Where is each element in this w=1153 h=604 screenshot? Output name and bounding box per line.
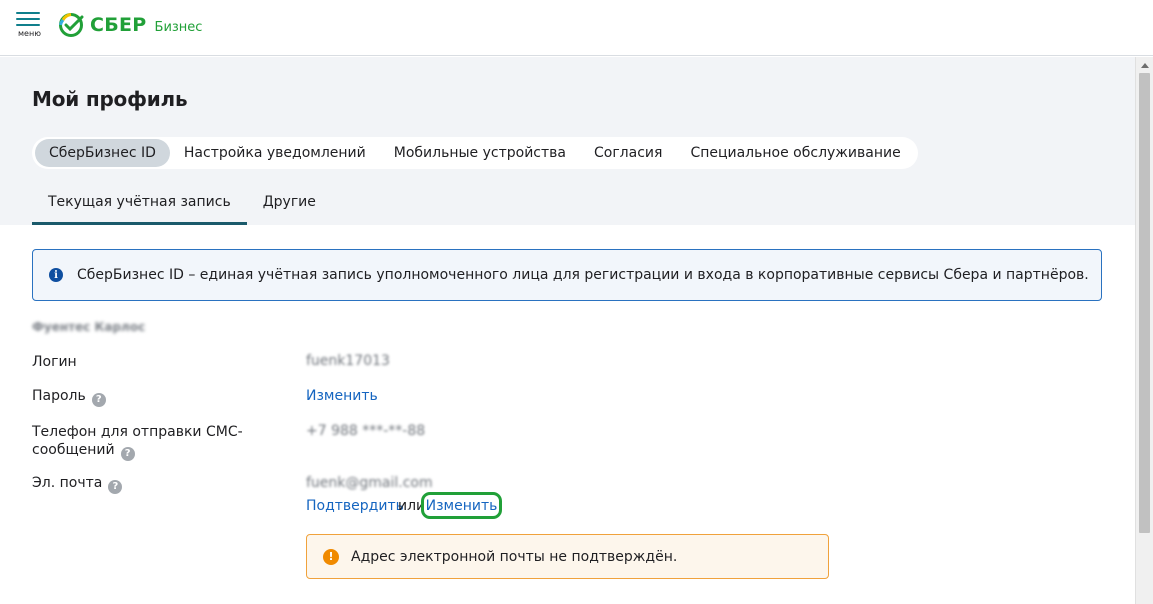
profile-header: Мой профиль СберБизнес ID Настройка увед… [0, 57, 1135, 225]
login-label: Логин [32, 354, 77, 370]
top-bar: меню СБЕР Бизнес [0, 0, 1153, 56]
email-row: Эл. почта? [32, 474, 123, 494]
email-confirm-link[interactable]: Подтвердить [306, 498, 404, 514]
vertical-scrollbar[interactable] [1135, 57, 1153, 604]
profile-tabs: СберБизнес ID Настройка уведомлений Моби… [32, 137, 918, 169]
brand-subtitle: Бизнес [154, 19, 203, 35]
user-name: Фуентес Карлос [32, 320, 146, 334]
phone-help-icon[interactable]: ? [120, 447, 135, 461]
hamburger-icon [16, 12, 40, 14]
email-warning-banner: ! Адрес электронной почты не подтверждён… [306, 534, 829, 579]
password-label: Пароль [32, 388, 86, 404]
warning-icon: ! [323, 548, 339, 565]
brand-name: СБЕР [90, 14, 147, 36]
password-change-link[interactable]: Изменить [306, 388, 378, 404]
phone-row: Телефон для отправки СМС-сообщений? [32, 423, 262, 461]
info-text: СберБизнес ID – единая учётная запись уп… [77, 267, 1089, 283]
password-help-icon[interactable]: ? [91, 393, 106, 407]
subtab-current-account[interactable]: Текущая учётная запись [32, 183, 247, 225]
info-icon: i [49, 268, 63, 282]
info-banner: i СберБизнес ID – единая учётная запись … [32, 249, 1102, 301]
warning-text: Адрес электронной почты не подтверждён. [351, 548, 678, 565]
email-change-link[interactable]: Изменить [421, 492, 502, 519]
email-label: Эл. почта [32, 475, 103, 491]
password-row: Пароль? [32, 387, 106, 407]
login-value: fuenk17013 [306, 353, 390, 369]
sber-business-logo[interactable]: СБЕР Бизнес [58, 11, 202, 39]
phone-value: +7 988 ***-**-88 [306, 423, 426, 439]
tab-consents[interactable]: Согласия [580, 139, 676, 167]
email-help-icon[interactable]: ? [108, 480, 123, 494]
menu-button[interactable]: меню [16, 12, 44, 40]
email-value: fuenk@gmail.com [306, 475, 433, 491]
phone-label: Телефон для отправки СМС-сообщений [32, 424, 243, 458]
tab-notification-settings[interactable]: Настройка уведомлений [170, 139, 380, 167]
account-subtabs: Текущая учётная запись Другие [32, 183, 332, 225]
main-scroll-area: Мой профиль СберБизнес ID Настройка увед… [0, 57, 1153, 604]
subtab-others[interactable]: Другие [247, 183, 332, 225]
menu-label: меню [18, 29, 41, 38]
scroll-thumb[interactable] [1139, 73, 1150, 533]
tab-mobile-devices[interactable]: Мобильные устройства [380, 139, 580, 167]
page-title: Мой профиль [32, 87, 188, 111]
sber-logo-icon [59, 13, 84, 37]
profile-content: i СберБизнес ID – единая учётная запись … [0, 225, 1135, 604]
scroll-up-arrow-icon[interactable] [1141, 63, 1149, 68]
tab-sberbusiness-id[interactable]: СберБизнес ID [35, 139, 170, 167]
tab-special-service[interactable]: Специальное обслуживание [676, 139, 914, 167]
